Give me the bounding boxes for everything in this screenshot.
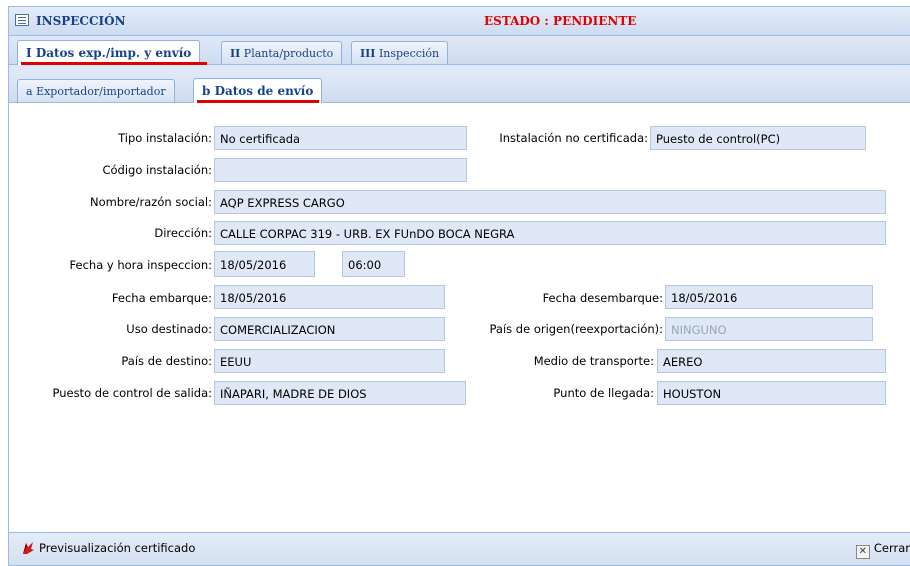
tipo-instalacion-label: Tipo instalación: [118,131,212,145]
tab-roman: III [360,47,376,60]
puesto-control-salida-label: Puesto de control de salida: [52,386,212,400]
codigo-instalacion-label: Código instalación: [102,163,212,177]
close-button[interactable]: ✕ Cerrar [855,541,910,559]
direccion-field[interactable]: CALLE CORPAC 319 - URB. EX FUnDO BOCA NE… [214,221,886,245]
subtab-label: Exportador/importador [36,85,166,98]
preview-certificate-button[interactable]: Previsualización certificado [21,541,195,555]
pais-origen-label: País de origen(reexportación): [489,322,664,336]
form-icon [15,14,29,26]
instalacion-no-certificada-field[interactable]: Puesto de control(PC) [650,126,866,150]
nombre-razon-social-field[interactable]: AQP EXPRESS CARGO [214,190,886,214]
fecha-embarque-label: Fecha embarque: [111,291,212,305]
tab-roman: II [230,47,241,60]
fecha-embarque-field[interactable]: 18/05/2016 [214,285,445,309]
fecha-hora-inspeccion-label: Fecha y hora inspeccion: [69,258,212,272]
sub-tabstrip: a Exportador/importador b Datos de envío [9,74,910,103]
tab-label: Inspección [378,47,440,60]
subtab-letter: a [26,85,33,98]
uso-destinado-label: Uso destinado: [126,322,212,336]
window-title: INSPECCIÓN [36,14,126,28]
window-footer: Previsualización certificado ✕ Cerrar [9,532,910,565]
tab-label: Planta/producto [243,47,334,60]
tab-roman: I [26,46,32,60]
puesto-control-salida-field[interactable]: IÑAPARI, MADRE DE DIOS [214,381,466,405]
medio-transporte-label: Medio de transporte: [533,354,654,368]
subtab-letter: b [202,84,211,98]
fecha-desembarque-label: Fecha desembarque: [542,291,663,305]
fecha-inspeccion-field[interactable]: 18/05/2016 [214,251,315,277]
hora-inspeccion-field[interactable]: 06:00 [342,251,405,277]
close-label: Cerrar [873,541,910,555]
pais-destino-field[interactable]: EEUU [214,349,445,373]
window-titlebar: INSPECCIÓN ESTADO : PENDIENTE [9,7,910,36]
tab-label: Datos exp./imp. y envío [35,46,192,60]
tipo-instalacion-field[interactable]: No certificada [214,126,467,150]
tab-inspeccion[interactable]: III Inspección [351,41,449,64]
inspection-window: INSPECCIÓN ESTADO : PENDIENTE I Datos ex… [8,6,910,566]
pais-origen-field[interactable]: NINGUNO [665,317,873,341]
instalacion-no-certificada-label: Instalación no certificada: [499,131,648,145]
form-panel: Tipo instalación: No certificada Instala… [9,103,910,523]
nombre-razon-social-label: Nombre/razón social: [89,195,212,209]
tab-separator [9,65,910,74]
close-icon: ✕ [855,545,870,559]
punto-llegada-field[interactable]: HOUSTON [657,381,886,405]
main-tabstrip: I Datos exp./imp. y envío II Planta/prod… [9,36,910,65]
tab-planta-producto[interactable]: II Planta/producto [221,41,343,64]
pais-destino-label: País de destino: [121,354,212,368]
medio-transporte-field[interactable]: AEREO [657,349,886,373]
subtab-label: Datos de envío [214,84,314,98]
direccion-label: Dirección: [154,226,212,240]
status-label: ESTADO : PENDIENTE [484,14,637,28]
codigo-instalacion-field[interactable] [214,158,467,182]
fecha-desembarque-field[interactable]: 18/05/2016 [665,285,873,309]
pdf-icon [21,541,35,555]
subtab-exportador[interactable]: a Exportador/importador [17,79,175,102]
uso-destinado-field[interactable]: COMERCIALIZACION [214,317,445,341]
punto-llegada-label: Punto de llegada: [553,386,654,400]
preview-certificate-label: Previsualización certificado [39,541,196,555]
